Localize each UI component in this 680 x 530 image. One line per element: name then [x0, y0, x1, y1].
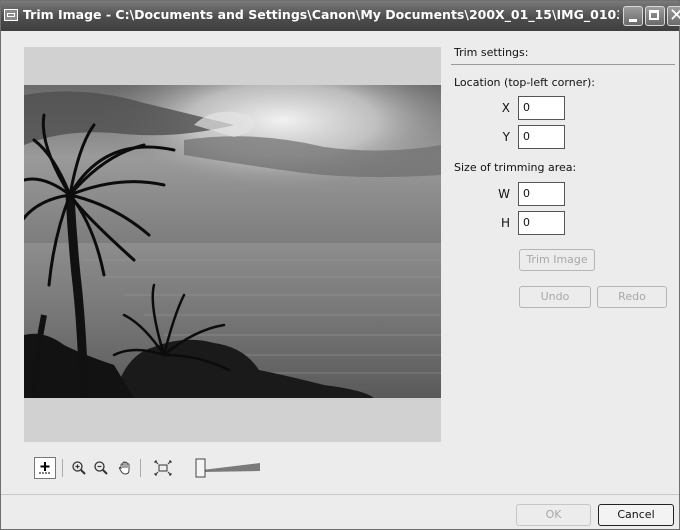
zoom-out-icon[interactable]: [90, 457, 112, 479]
hand-tool-icon[interactable]: [114, 457, 136, 479]
close-button[interactable]: ✕: [667, 6, 680, 26]
trim-settings-heading: Trim settings:: [454, 46, 529, 59]
window-icon[interactable]: [4, 9, 18, 21]
w-label: W: [498, 187, 510, 201]
ok-button[interactable]: OK: [516, 504, 591, 526]
footer-divider: [1, 494, 679, 495]
window-title: Trim Image - C:\Documents and Settings\C…: [23, 7, 619, 22]
x-input[interactable]: 0: [518, 96, 565, 120]
zoom-in-icon[interactable]: [68, 457, 90, 479]
x-label: X: [501, 101, 510, 115]
y-input[interactable]: 0: [518, 125, 565, 149]
close-icon: ✕: [669, 7, 680, 25]
height-input[interactable]: 0: [518, 211, 565, 235]
h-label: H: [500, 216, 510, 230]
fit-to-window-icon[interactable]: [152, 457, 174, 479]
width-input[interactable]: 0: [518, 182, 565, 206]
trim-image-dialog: Trim Image - C:\Documents and Settings\C…: [0, 0, 680, 530]
location-label: Location (top-left corner):: [454, 76, 595, 89]
zoom-slider[interactable]: [194, 457, 264, 479]
trim-image-button[interactable]: Trim Image: [519, 249, 595, 271]
minimize-button[interactable]: [623, 6, 643, 26]
size-label: Size of trimming area:: [454, 161, 577, 174]
undo-button[interactable]: Undo: [519, 286, 591, 308]
redo-button[interactable]: Redo: [597, 286, 667, 308]
select-tool-icon[interactable]: [34, 457, 56, 479]
toolbar-separator: [62, 459, 63, 477]
cancel-button[interactable]: Cancel: [598, 504, 674, 526]
preview-photo[interactable]: [24, 85, 441, 398]
y-label: Y: [502, 130, 510, 144]
image-preview[interactable]: [24, 47, 441, 442]
settings-divider: [451, 64, 675, 65]
toolbar-separator: [140, 459, 141, 477]
maximize-button[interactable]: [645, 6, 665, 26]
title-bar[interactable]: Trim Image - C:\Documents and Settings\C…: [1, 1, 680, 31]
